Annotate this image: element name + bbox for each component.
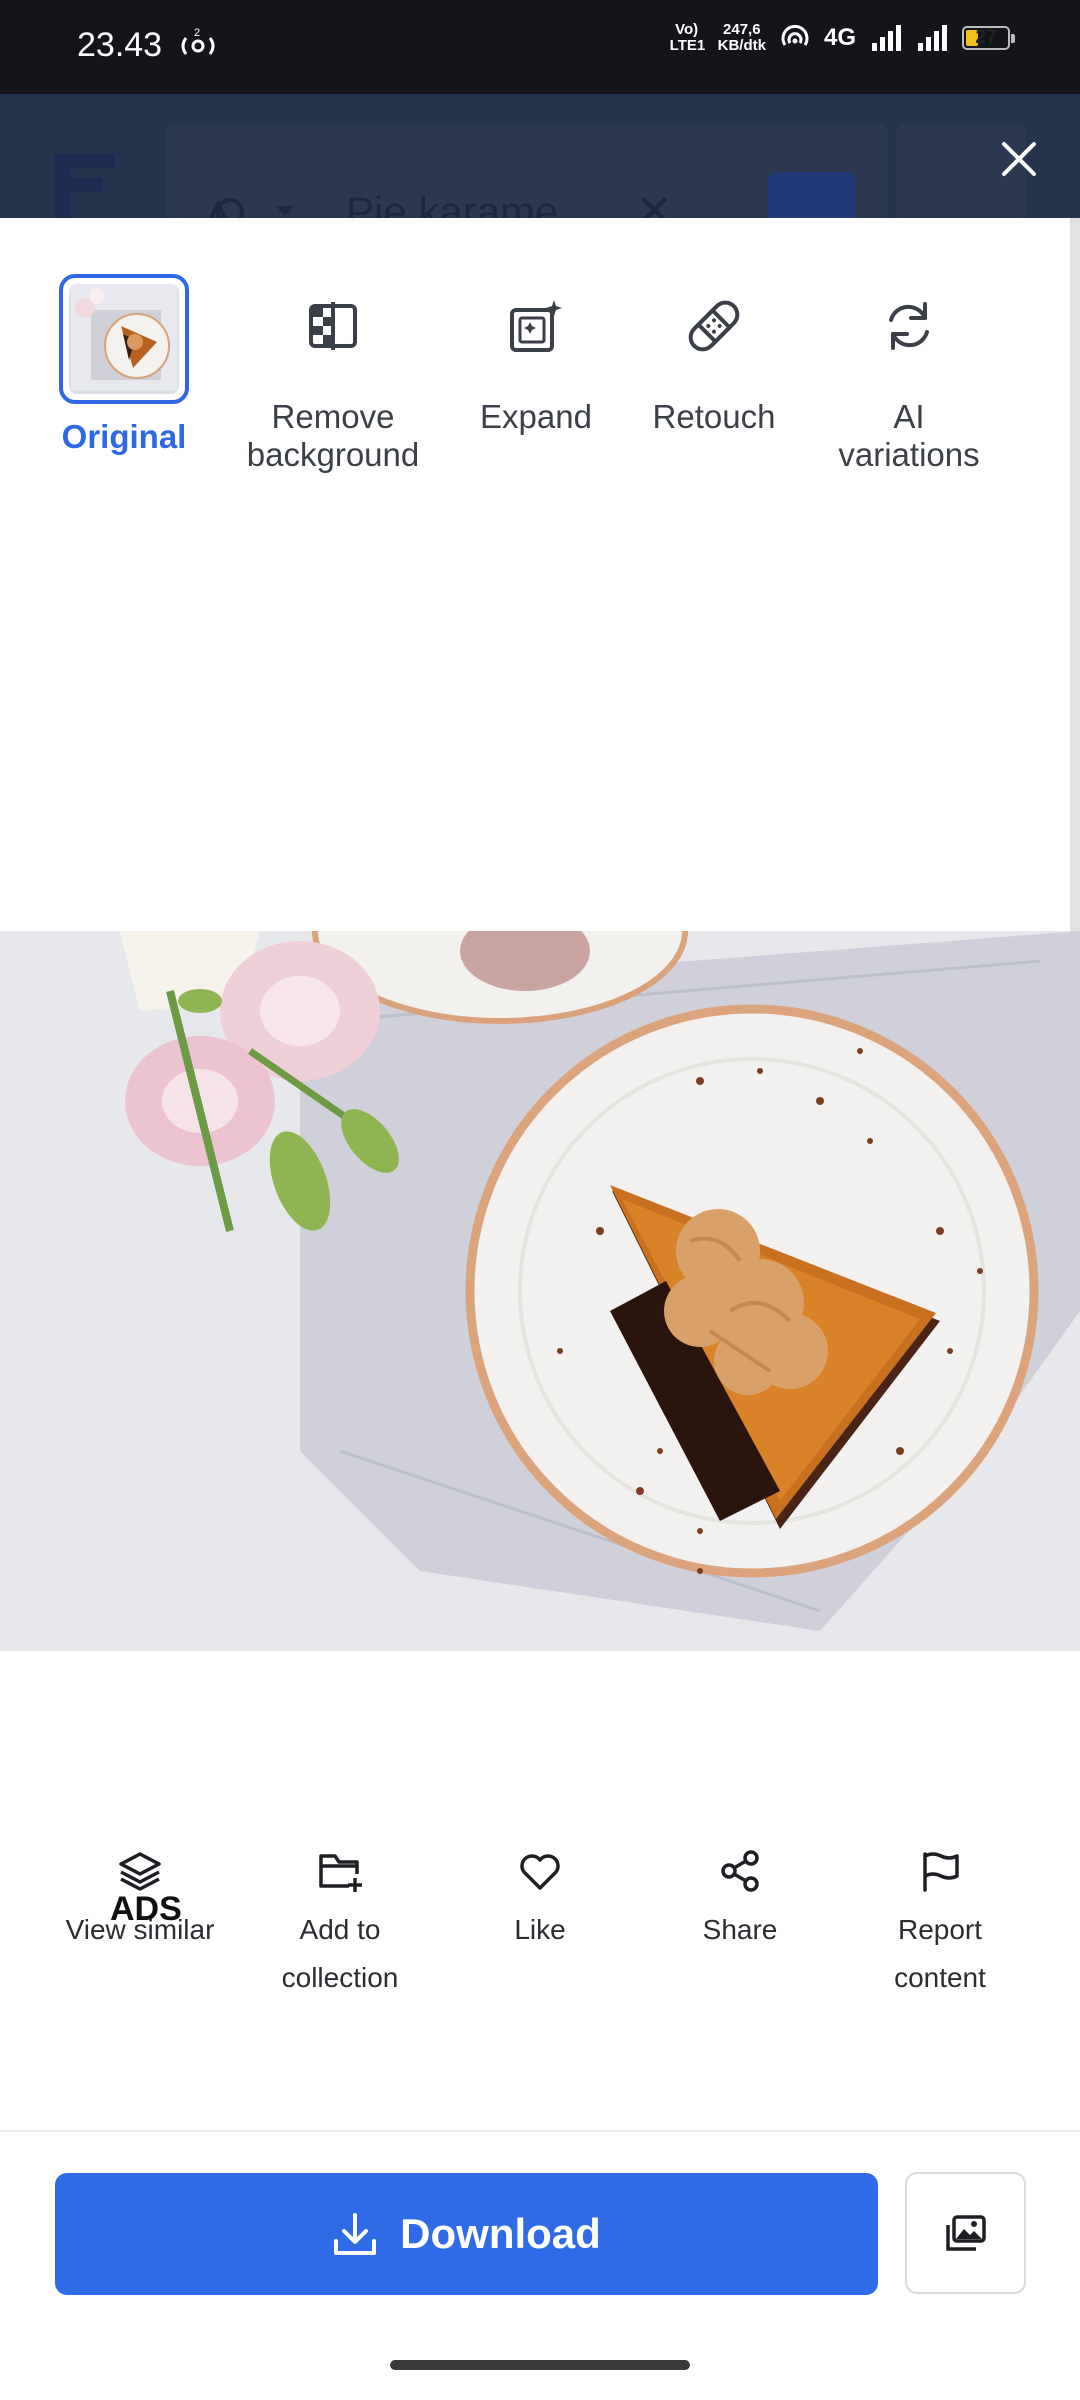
images-icon [945, 2215, 986, 2251]
gallery-button[interactable] [905, 2172, 1026, 2294]
app-header: Pie karame ✕ [0, 94, 1080, 218]
speed-value: 247,6 [723, 21, 761, 38]
signal-icon-1 [872, 25, 901, 51]
close-button[interactable] [990, 130, 1048, 188]
app-logo [55, 154, 115, 218]
network-speed: 247,6 KB/dtk [718, 22, 766, 54]
hotspot-signal-icon [781, 24, 809, 46]
remove-background-icon [309, 302, 357, 350]
bottom-divider [0, 2130, 1080, 2132]
share-button[interactable]: Share [640, 1848, 840, 1954]
bandage-icon [688, 300, 740, 352]
status-right: Vo) LTE1 247,6 KB/dtk 4G 27 [669, 21, 1015, 54]
download-icon [334, 2213, 377, 2255]
clear-icon: ✕ [636, 187, 673, 218]
report-content-button[interactable]: Report content [840, 1848, 1040, 2002]
tool-retouch[interactable]: Retouch [634, 274, 794, 436]
layers-icon [119, 1852, 161, 1891]
download-label: Download [400, 2210, 601, 2257]
ads-heading: ADS [110, 1890, 182, 1928]
flag-icon [923, 1852, 959, 1892]
status-time: 23.43 [77, 26, 163, 64]
hotspot-icon: 2 [178, 27, 218, 69]
battery-icon: 27 [962, 26, 1015, 50]
network-type: 4G [823, 24, 856, 51]
search-button [768, 172, 856, 218]
main-photo [0, 931, 1080, 1651]
shapes-icon [208, 198, 244, 218]
status-bar: 23.43 2 Vo) LTE1 247,6 KB/dtk 4G 27 [0, 0, 1080, 94]
search-query: Pie karame [346, 188, 559, 218]
close-icon [1002, 142, 1036, 176]
download-button[interactable]: Download [55, 2173, 878, 2295]
tool-label: AI variations [838, 398, 980, 473]
action-label: Like [514, 1914, 566, 1945]
chevron-down-icon [276, 206, 294, 216]
tool-label: Retouch [652, 398, 776, 435]
speed-unit: KB/dtk [717, 37, 766, 54]
tool-label: Original [61, 418, 187, 455]
share-icon [721, 1850, 759, 1892]
tool-remove-background[interactable]: Remove background [223, 274, 443, 474]
tool-original[interactable]: Original [54, 274, 194, 456]
add-to-collection-button[interactable]: Add to collection [240, 1848, 440, 2002]
action-label: Report content [894, 1914, 986, 1993]
like-button[interactable]: Like [440, 1848, 640, 1954]
signal-icon-2 [918, 25, 947, 51]
home-indicator[interactable] [390, 2360, 690, 2370]
folder-plus-icon [319, 1854, 362, 1892]
hotspot-count: 2 [194, 28, 200, 39]
action-label: Add to collection [281, 1914, 399, 1993]
tool-expand[interactable]: Expand [466, 274, 606, 436]
volte-indicator: Vo) LTE1 [669, 21, 706, 54]
refresh-icon [889, 302, 929, 350]
tool-label: Expand [480, 398, 592, 435]
heart-icon [520, 1854, 560, 1890]
original-thumbnail [59, 274, 189, 404]
tool-label: Remove background [246, 398, 420, 473]
image-actions: View similar Add to collection Like Shar… [0, 1848, 1080, 2038]
search-bar: Pie karame ✕ [166, 124, 888, 218]
action-label: Share [702, 1914, 778, 1945]
edit-tools: Original Remove background Expand Retouc… [0, 274, 1080, 504]
battery-level: 27 [975, 27, 997, 48]
tool-ai-variations[interactable]: AI variations [816, 274, 1002, 474]
image-detail-sheet: Original Remove background Expand Retouc… [0, 218, 1080, 2400]
expand-icon [510, 300, 562, 352]
